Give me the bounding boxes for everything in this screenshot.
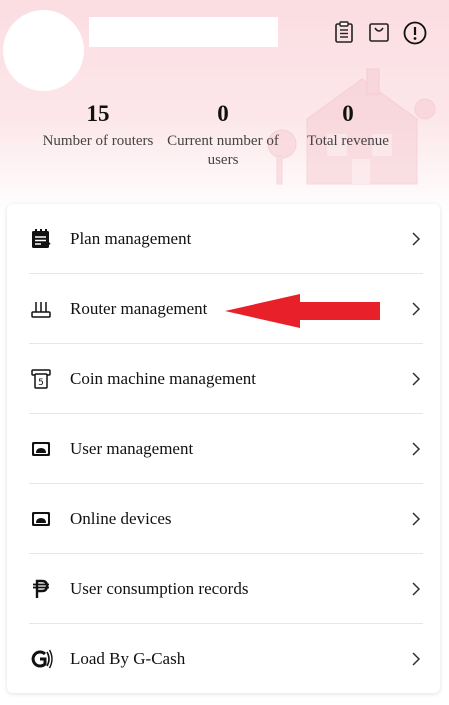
clipboard-icon[interactable] (332, 20, 356, 44)
menu-item-label: Online devices (70, 509, 172, 528)
chevron-right-icon (412, 512, 421, 526)
stat-value: 0 (217, 101, 229, 126)
menu-item-label: Router management (70, 299, 208, 318)
chevron-right-icon (412, 442, 421, 456)
chevron-right-icon (412, 652, 421, 666)
stat-total-revenue: 0 Total revenue (298, 100, 398, 151)
username-field (89, 17, 278, 47)
user-management-icon (29, 437, 53, 461)
menu-item-user-management[interactable]: User management (29, 414, 423, 484)
router-icon (29, 297, 53, 321)
menu-item-label: User consumption records (70, 579, 249, 598)
chevron-right-icon (412, 582, 421, 596)
menu-item-label: User management (70, 439, 194, 458)
menu-item-label: Load By G-Cash (70, 649, 186, 668)
menu-item-user-consumption-records[interactable]: User consumption records (29, 554, 423, 624)
chevron-right-icon (412, 232, 421, 246)
chevron-right-icon (412, 372, 421, 386)
svg-text:5: 5 (38, 378, 44, 388)
alert-icon[interactable] (403, 21, 427, 45)
menu-item-plan-management[interactable]: Plan management (29, 204, 423, 274)
menu-item-label: Plan management (70, 229, 192, 248)
coin-machine-icon: 5 (29, 367, 53, 391)
menu-card: Plan management Router management 5 Coin… (7, 204, 440, 693)
menu-item-coin-machine-management[interactable]: 5 Coin machine management (29, 344, 423, 414)
stat-label: Number of routers (42, 133, 154, 149)
stat-routers: 15 Number of routers (32, 100, 164, 151)
stat-value: 15 (86, 101, 110, 126)
gcash-icon (29, 647, 53, 671)
stat-label: Total revenue (307, 133, 389, 149)
menu-item-router-management[interactable]: Router management (29, 274, 423, 344)
avatar[interactable] (3, 10, 84, 91)
plan-icon (29, 227, 53, 251)
stat-value: 0 (342, 101, 354, 126)
shopping-bag-icon[interactable] (367, 20, 391, 44)
peso-icon (29, 577, 53, 601)
menu-item-label: Coin machine management (70, 369, 256, 388)
stat-label: Current number of users (167, 133, 279, 168)
chevron-right-icon (412, 302, 421, 316)
online-devices-icon (29, 507, 53, 531)
menu-item-online-devices[interactable]: Online devices (29, 484, 423, 554)
menu-item-load-by-gcash[interactable]: Load By G-Cash (29, 624, 423, 694)
stat-current-users: 0 Current number of users (160, 100, 286, 170)
